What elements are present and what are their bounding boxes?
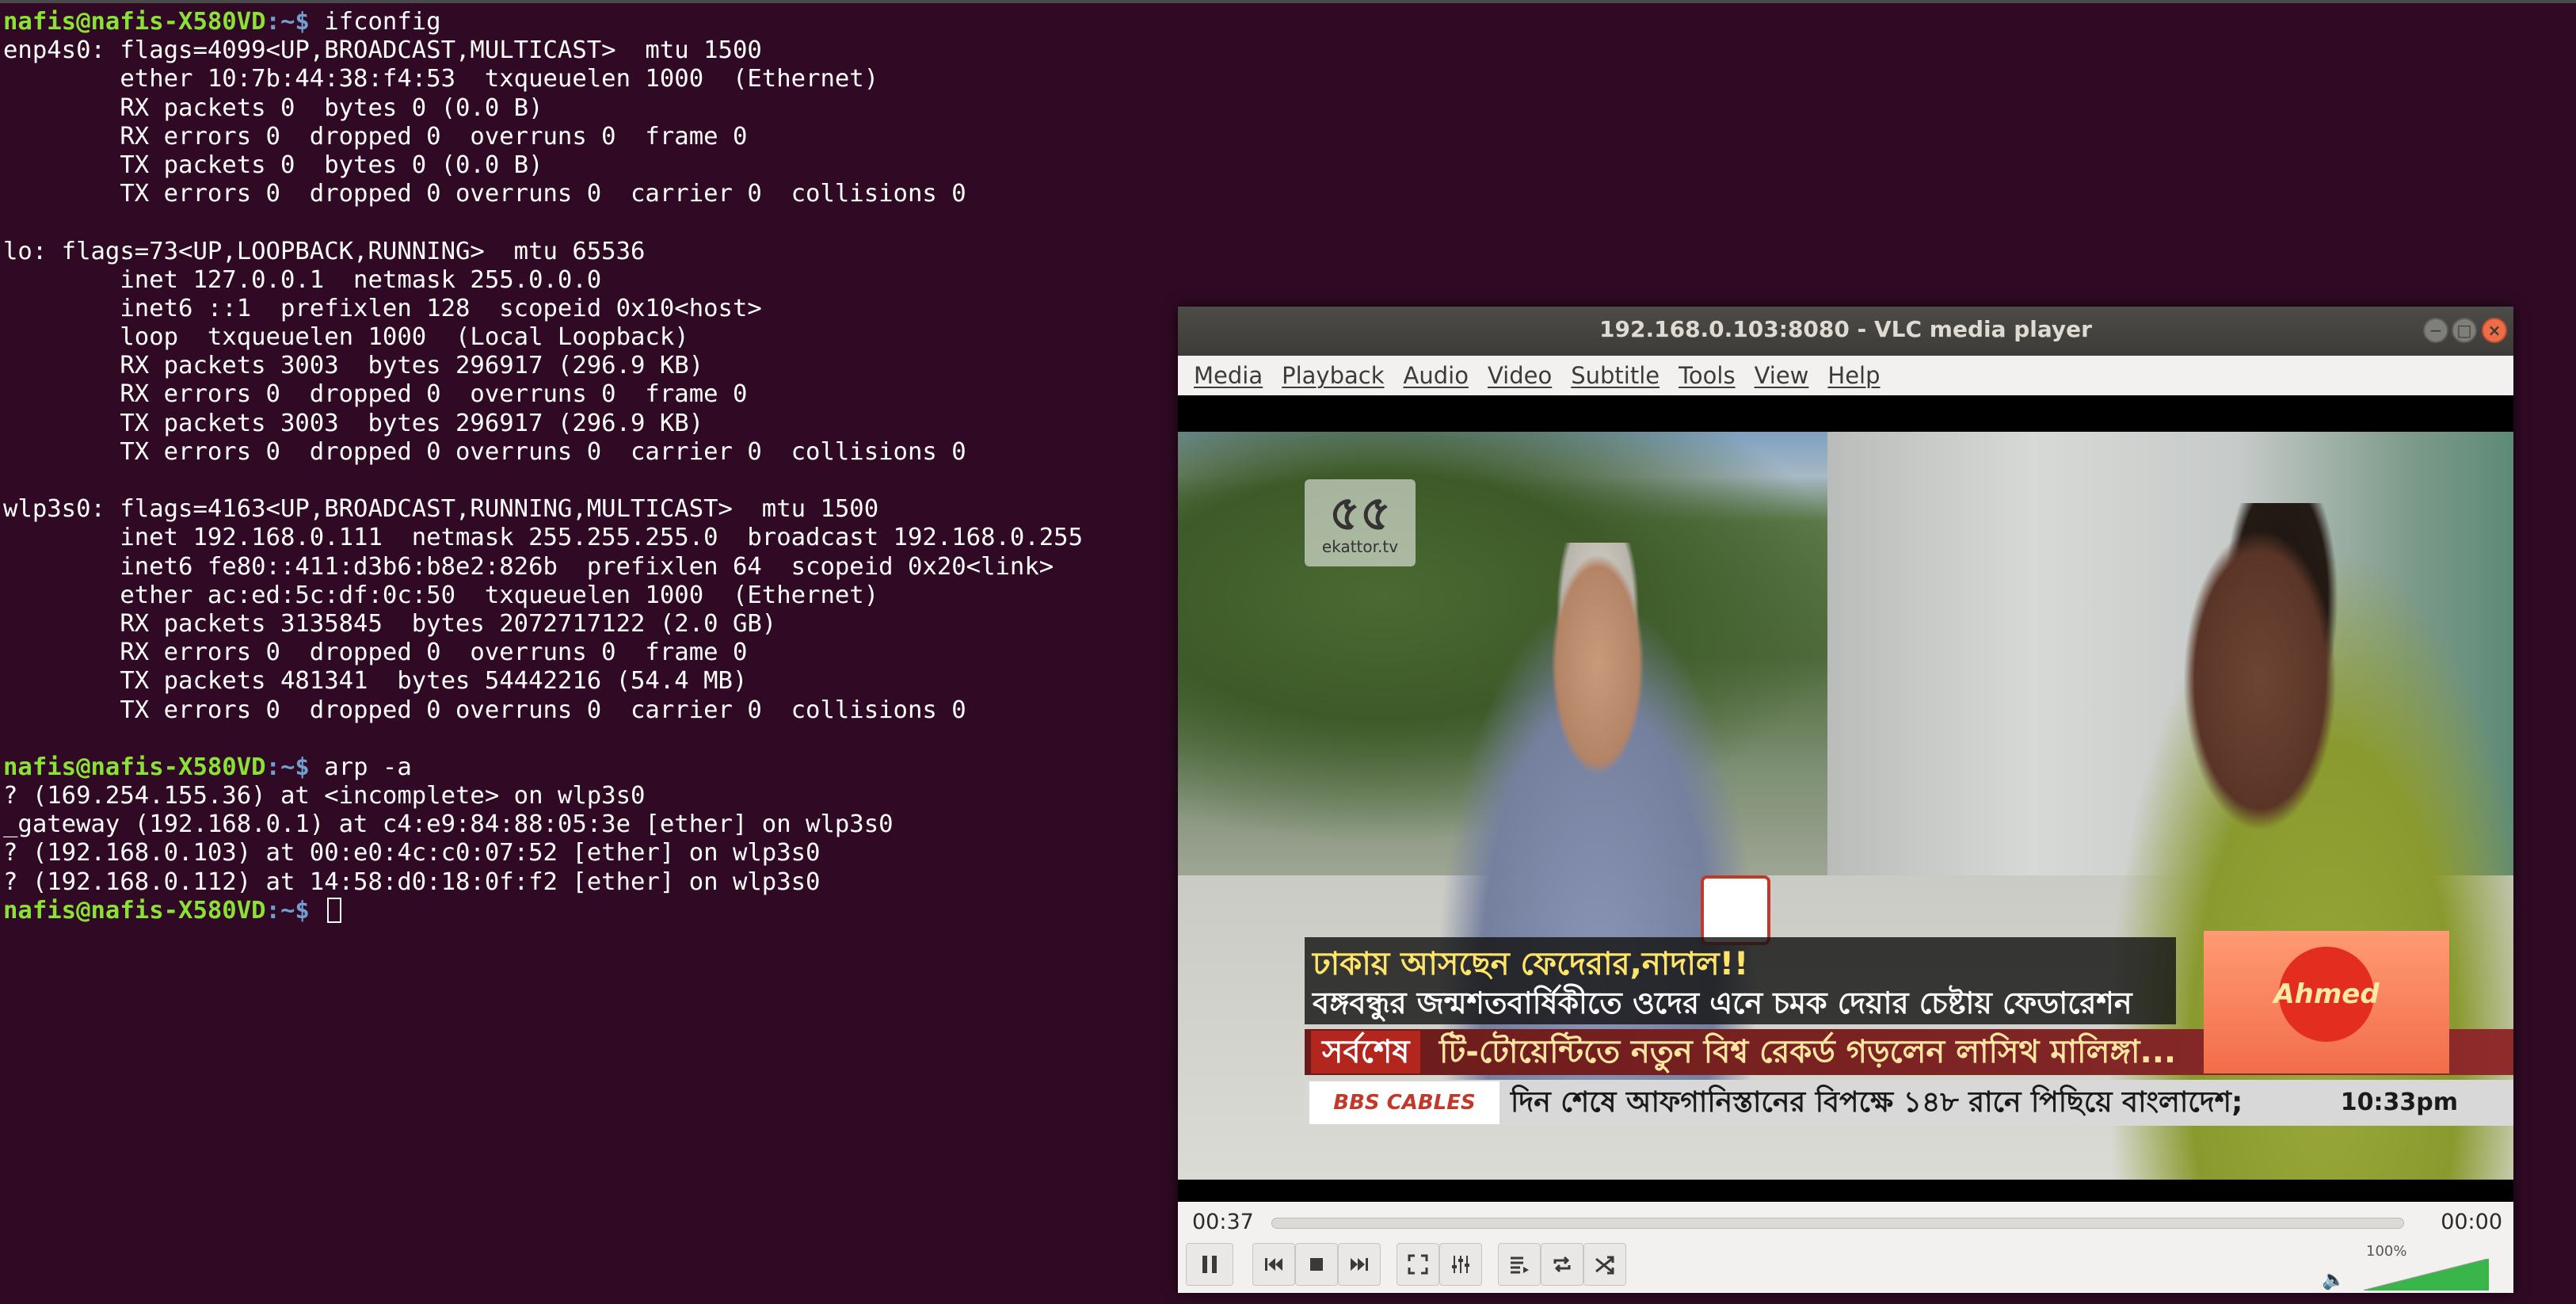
close-icon[interactable]: ×: [2482, 318, 2507, 343]
pause-icon: [1202, 1256, 1217, 1273]
advert-logo: Ahmed: [2273, 947, 2380, 1042]
headline-line2: বঙ্গবন্ধুর জন্মশতবার্ষিকীতে ওদের এনে চমক…: [1313, 986, 2132, 1020]
menu-subtitle[interactable]: Subtitle: [1571, 362, 1660, 389]
overlay-time: 10:33pm: [2340, 1089, 2458, 1116]
prompt-path: :~$: [265, 8, 325, 36]
maximize-icon[interactable]: □: [2452, 318, 2477, 343]
menu-view[interactable]: View: [1755, 362, 1809, 389]
video-area[interactable]: ৫৫ ekattor.tv ঢাকায় আসছেন ফেদেরার,নাদাল…: [1178, 395, 2513, 1202]
terminal-output-line: ether 10:7b:44:38:f4:53 txqueuelen 1000 …: [3, 65, 879, 93]
terminal-output-line: RX errors 0 dropped 0 overruns 0 frame 0: [3, 122, 748, 151]
menu-media[interactable]: Media: [1194, 362, 1263, 389]
window-title: 192.168.0.103:8080 - VLC media player: [1599, 316, 2092, 342]
fullscreen-icon: [1408, 1254, 1428, 1275]
scroll-ticker-text: দিন শেষে আফগানিস্তানের বিপক্ষে ১৪৮ রানে …: [1511, 1086, 2243, 1119]
terminal-output-line: enp4s0: flags=4099<UP,BROADCAST,MULTICAS…: [3, 36, 762, 65]
prompt-user: nafis@nafis-X580VD: [3, 753, 266, 781]
loop-button[interactable]: [1541, 1243, 1583, 1286]
prompt-user: nafis@nafis-X580VD: [3, 896, 266, 925]
menu-help[interactable]: Help: [1827, 362, 1880, 389]
playlist-button[interactable]: [1498, 1243, 1541, 1286]
pause-button[interactable]: [1186, 1243, 1233, 1286]
prompt-command: arp -a: [324, 753, 412, 781]
channel-logo-text: ekattor.tv: [1321, 537, 1399, 556]
next-button[interactable]: [1338, 1243, 1381, 1286]
speaker-icon[interactable]: 🔈: [2322, 1268, 2345, 1291]
loop-icon: [1553, 1256, 1571, 1273]
video-frame: ৫৫ ekattor.tv ঢাকায় আসছেন ফেদেরার,নাদাল…: [1178, 432, 2513, 1180]
menu-tools[interactable]: Tools: [1679, 362, 1735, 389]
terminal-output-line: RX packets 0 bytes 0 (0.0 B): [3, 93, 543, 122]
volume-percent: 100%: [2366, 1243, 2407, 1260]
extended-settings-button[interactable]: [1439, 1243, 1482, 1286]
seek-slider[interactable]: [1271, 1218, 2404, 1229]
prompt-user: nafis@nafis-X580VD: [3, 8, 266, 36]
reporter-figure: [2089, 503, 2513, 1180]
stop-button[interactable]: [1295, 1243, 1338, 1286]
shuffle-button[interactable]: [1583, 1243, 1626, 1286]
channel-logo-mark: ৫৫: [1329, 486, 1391, 541]
latest-label: সর্বশেষ: [1311, 1031, 1421, 1073]
volume-slider[interactable]: [2364, 1259, 2489, 1291]
stop-icon: [1310, 1258, 1323, 1271]
terminal-prompt-line: nafis@nafis-X580VD:~$ ifconfig: [3, 8, 2576, 36]
latest-text: টি-টোয়েন্টিতে নতুন বিশ্ব রেকর্ড গড়লেন …: [1439, 1034, 2177, 1070]
menu-video[interactable]: Video: [1488, 362, 1552, 389]
terminal-output-line: lo: flags=73<UP,LOOPBACK,RUNNING> mtu 65…: [3, 237, 646, 265]
menu-playback[interactable]: Playback: [1282, 362, 1384, 389]
vlc-window: 192.168.0.103:8080 - VLC media player − …: [1178, 307, 2513, 1293]
previous-button[interactable]: [1252, 1243, 1295, 1286]
channel-logo: ৫৫ ekattor.tv: [1305, 479, 1416, 566]
menu-bar: Media Playback Audio Video Subtitle Tool…: [1178, 356, 2513, 395]
sponsor-logo: BBS CABLES: [1309, 1081, 1499, 1124]
time-elapsed: 00:37: [1192, 1210, 1254, 1234]
microphone-icon: [1701, 875, 1770, 945]
minimize-icon[interactable]: −: [2423, 318, 2448, 343]
extended-settings-icon: [1452, 1256, 1469, 1273]
menu-audio[interactable]: Audio: [1404, 362, 1469, 389]
prompt-path: :~$: [265, 753, 325, 781]
next-icon: [1351, 1258, 1368, 1271]
fullscreen-button[interactable]: [1397, 1243, 1439, 1286]
playlist-icon: [1511, 1256, 1529, 1274]
prompt-command: ifconfig: [324, 8, 441, 36]
shuffle-icon: [1595, 1256, 1614, 1275]
playback-controls: 00:37 00:00 🔈 100%: [1178, 1202, 2513, 1293]
terminal-output-line: inet 127.0.0.1 netmask 255.0.0.0: [3, 265, 602, 294]
time-total: 00:00: [2441, 1210, 2502, 1234]
terminal-output-line: TX errors 0 dropped 0 overruns 0 carrier…: [3, 180, 966, 208]
terminal-cursor[interactable]: [327, 897, 342, 923]
prompt-path: :~$: [265, 896, 325, 925]
previous-icon: [1265, 1258, 1282, 1271]
terminal-output-line: TX packets 0 bytes 0 (0.0 B): [3, 151, 543, 179]
vlc-titlebar[interactable]: 192.168.0.103:8080 - VLC media player − …: [1178, 307, 2513, 356]
